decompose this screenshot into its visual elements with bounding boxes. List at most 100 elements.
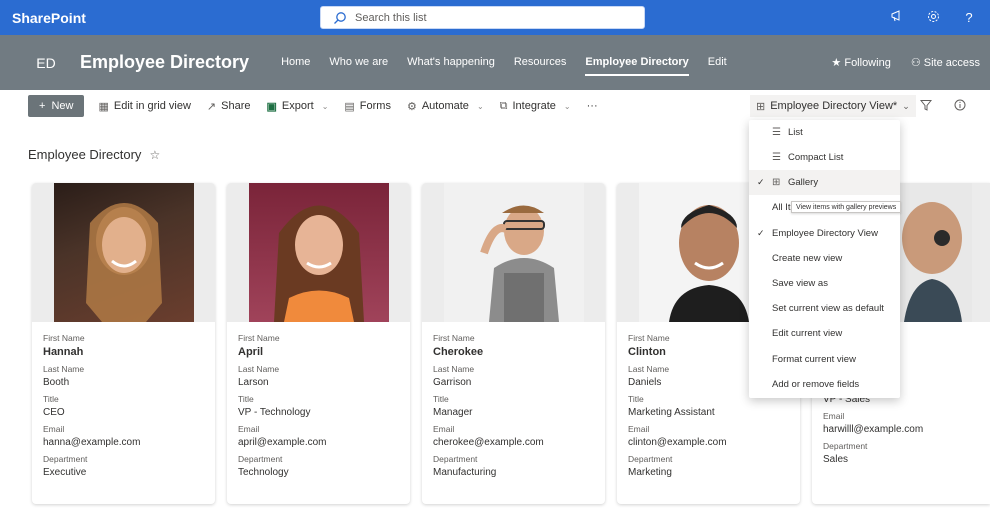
first-name-label: First Name	[238, 333, 280, 343]
menu-item-label: Compact List	[788, 152, 844, 163]
menu-item-edit-current-view[interactable]: Edit current view	[749, 321, 900, 346]
last-name-label: Last Name	[238, 364, 280, 374]
last-name-label: Last Name	[43, 364, 85, 374]
menu-item-add-remove-fields[interactable]: Add or remove fields	[749, 372, 900, 397]
employee-photo	[248, 183, 389, 322]
menu-item-format-current-view[interactable]: Format current view	[749, 347, 900, 372]
forms-button[interactable]: ▤ Forms	[344, 100, 391, 113]
nav-employee-directory[interactable]: Employee Directory	[585, 50, 689, 76]
employee-card[interactable]: First Name Cherokee Last Name Garrison T…	[422, 183, 605, 504]
share-label: Share	[221, 100, 251, 112]
export-button[interactable]: ▣ Export ⌄	[266, 100, 328, 113]
nav-home[interactable]: Home	[281, 50, 310, 76]
first-name-label: First Name	[43, 333, 85, 343]
forms-label: Forms	[359, 100, 391, 112]
app-brand[interactable]: SharePoint	[12, 10, 86, 26]
title-value: Manager	[433, 407, 473, 418]
department-value: Executive	[43, 467, 87, 478]
help-icon[interactable]: ?	[962, 10, 976, 25]
first-name-value: Hannah	[43, 346, 84, 358]
share-button[interactable]: ↗ Share	[207, 100, 251, 113]
flow-icon: ⚙	[406, 100, 417, 113]
following-button[interactable]: ★ Following	[831, 56, 890, 69]
nav-whats-happening[interactable]: What's happening	[407, 50, 495, 76]
menu-item-employee-directory-view[interactable]: ✓ Employee Directory View	[749, 221, 900, 246]
search-placeholder: Search this list	[355, 11, 427, 24]
department-value: Sales	[823, 454, 849, 465]
filter-icon[interactable]	[919, 99, 933, 114]
menu-item-label: Add or remove fields	[772, 379, 860, 390]
department-label: Department	[628, 454, 673, 464]
checkmark-icon: ✓	[757, 228, 765, 238]
menu-item-list[interactable]: ☰ List	[749, 120, 900, 145]
integrate-button[interactable]: ⧉ Integrate ⌄	[500, 100, 571, 113]
automate-button[interactable]: ⚙ Automate ⌄	[407, 100, 484, 113]
email-label: Email	[238, 424, 260, 434]
site-header: ED Employee Directory Home Who we are Wh…	[0, 35, 990, 90]
gallery-icon: ⊞	[772, 177, 781, 188]
site-title[interactable]: Employee Directory	[80, 52, 249, 73]
employee-photo	[53, 183, 194, 322]
email-value: hanna@example.com	[43, 437, 141, 448]
email-label: Email	[823, 411, 845, 421]
gear-icon[interactable]	[926, 10, 940, 26]
gallery-tooltip: View items with gallery previews	[791, 201, 902, 213]
title-value: CEO	[43, 407, 65, 418]
people-icon: ⚇	[910, 57, 921, 69]
chevron-down-icon: ⌄	[563, 101, 571, 111]
share-icon: ↗	[206, 100, 217, 113]
more-button[interactable]: ···	[587, 100, 598, 112]
star-filled-icon: ★	[831, 57, 842, 69]
excel-icon: ▣	[266, 100, 277, 113]
edit-grid-label: Edit in grid view	[113, 100, 191, 112]
employee-card[interactable]: First Name Hannah Last Name Booth Title …	[32, 183, 215, 504]
export-label: Export	[281, 100, 314, 112]
star-icon[interactable]: ☆	[149, 148, 160, 162]
menu-item-compact-list[interactable]: ☰ Compact List	[749, 145, 900, 170]
edit-grid-button[interactable]: ▦ Edit in grid view	[98, 100, 190, 113]
menu-item-set-default[interactable]: Set current view as default	[749, 296, 900, 321]
menu-item-label: Gallery	[788, 177, 819, 188]
integrate-icon: ⧉	[499, 99, 508, 112]
department-value: Marketing	[628, 467, 672, 478]
site-logo[interactable]: ED	[26, 43, 66, 83]
view-selector[interactable]: ⊞ Employee Directory View* ⌄	[750, 95, 916, 117]
department-label: Department	[433, 454, 478, 464]
info-icon[interactable]	[954, 99, 966, 114]
employee-card[interactable]: First Name April Last Name Larson Title …	[227, 183, 410, 504]
megaphone-icon[interactable]	[890, 10, 904, 25]
menu-item-label: All It	[772, 202, 791, 213]
nav-resources[interactable]: Resources	[514, 50, 567, 76]
menu-item-label: Save view as	[772, 278, 828, 289]
menu-item-save-view-as[interactable]: Save view as	[749, 271, 900, 296]
grid-icon: ▦	[98, 100, 109, 113]
title-value: VP - Technology	[238, 407, 311, 418]
list-title-text: Employee Directory	[28, 147, 142, 162]
menu-item-gallery[interactable]: ✓ ⊞ Gallery	[749, 170, 900, 195]
photo-area	[422, 183, 605, 322]
chevron-down-icon: ⌄	[476, 101, 484, 111]
title-value: Marketing Assistant	[628, 407, 715, 418]
new-button[interactable]: + New	[28, 95, 85, 117]
checkmark-icon: ✓	[757, 177, 765, 187]
new-label: New	[51, 100, 74, 112]
nav-edit[interactable]: Edit	[708, 50, 727, 76]
last-name-label: Last Name	[433, 364, 475, 374]
chevron-down-icon: ⌄	[902, 100, 910, 111]
integrate-label: Integrate	[512, 100, 556, 112]
menu-item-label: Create new view	[772, 253, 843, 264]
site-access-button[interactable]: ⚇ Site access	[911, 56, 980, 69]
email-label: Email	[628, 424, 650, 434]
search-box[interactable]: Search this list	[320, 6, 645, 29]
nav-who-we-are[interactable]: Who we are	[329, 50, 388, 76]
command-bar: + New ▦ Edit in grid view ↗ Share ▣ Export ⌄ …	[0, 90, 990, 122]
title-label: Title	[238, 394, 254, 404]
list-title: Employee Directory ☆	[28, 147, 160, 162]
site-access-label: Site access	[923, 57, 980, 69]
menu-item-label: Employee Directory View	[772, 228, 878, 239]
gallery-view-icon: ⊞	[756, 100, 766, 113]
view-selector-label: Employee Directory View*	[770, 100, 898, 112]
following-label: Following	[844, 57, 891, 69]
menu-item-create-new-view[interactable]: Create new view	[749, 246, 900, 271]
menu-item-label: Set current view as default	[772, 303, 884, 314]
